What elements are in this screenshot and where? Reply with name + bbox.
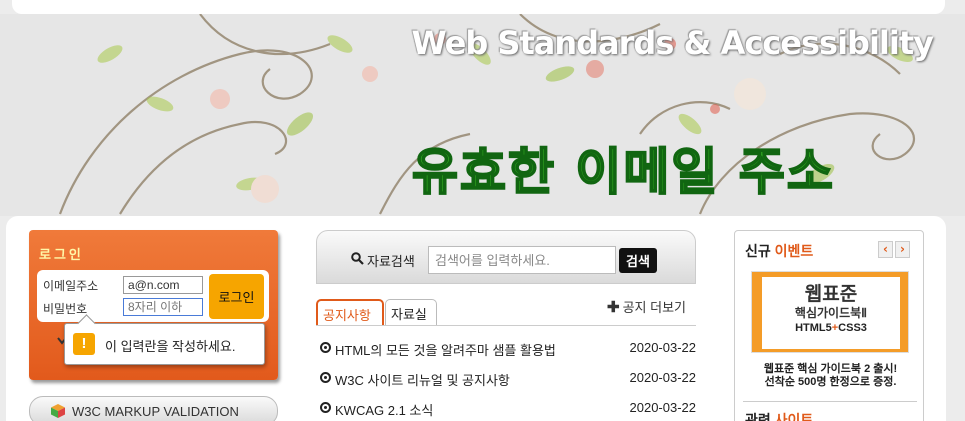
cube-icon <box>51 404 65 418</box>
notice-date: 2020-03-22 <box>629 370 697 385</box>
search-label: 자료검색 <box>367 254 415 269</box>
tab-notice[interactable]: 공지사항 <box>316 299 384 325</box>
search-button[interactable]: 검색 <box>619 248 657 273</box>
notice-date: 2020-03-22 <box>629 340 697 355</box>
top-bar <box>12 0 945 14</box>
validation-tooltip: ! 이 입력란을 작성하세요. <box>64 323 265 365</box>
bullet-icon <box>320 402 331 413</box>
tab-divider <box>316 325 696 326</box>
email-field[interactable] <box>123 276 203 294</box>
event-desc-line2: 선착순 500명 한정으로 증정. <box>764 376 897 388</box>
book-banner-image[interactable]: 웹표준 핵심가이드북Ⅱ HTML5+CSS3 <box>751 271 909 353</box>
notice-title: HTML의 모든 것을 알려주마 샘플 활용법 <box>335 343 556 358</box>
book-subtitle: 핵심가이드북Ⅱ <box>794 306 868 320</box>
related-accent: 사이트 <box>774 412 814 421</box>
event-desc-line1: 웹표준 핵심 가이드북 2 출시! <box>763 363 898 375</box>
warning-icon: ! <box>73 333 95 355</box>
plus-icon: ✚ <box>607 299 620 316</box>
login-button[interactable]: 로그인 <box>209 274 264 319</box>
tab-archive[interactable]: 자료실 <box>385 299 437 325</box>
event-title-accent: 이벤트 <box>774 243 814 259</box>
password-label: 비밀번호 <box>43 302 88 316</box>
login-title: 로그인 <box>39 247 84 262</box>
event-title-prefix: 신규 <box>745 243 771 259</box>
bullet-icon <box>320 342 331 353</box>
event-panel: 신규 이벤트 ‹ › 웹표준 핵심가이드북Ⅱ HTML5+CSS3 웹표준 핵심… <box>734 230 924 421</box>
w3c-validation-button[interactable]: W3C MARKUP VALIDATION <box>29 396 278 421</box>
bullet-icon <box>320 372 331 383</box>
list-item[interactable]: KWCAG 2.1 소식 2020-03-22 <box>320 400 696 420</box>
event-description: 웹표준 핵심 가이드북 2 출시! 선착순 500명 한정으로 증정. <box>743 363 918 389</box>
event-divider <box>743 401 917 402</box>
list-item[interactable]: HTML의 모든 것을 알려주마 샘플 활용법 2020-03-22 <box>320 340 696 360</box>
page-title: 유효한 이메일 주소 <box>411 142 835 202</box>
list-item[interactable]: W3C 사이트 리뉴얼 및 공지사항 2020-03-22 <box>320 370 696 390</box>
tooltip-text: 이 입력란을 작성하세요. <box>105 339 236 354</box>
notice-title: KWCAG 2.1 소식 <box>335 403 434 418</box>
banner: Web Standards & Accessibility 유효한 이메일 주소 <box>0 14 965 216</box>
related-prefix: 관련 <box>745 412 771 421</box>
email-label: 이메일주소 <box>43 279 99 293</box>
notice-date: 2020-03-22 <box>629 400 697 415</box>
book-title: 웹표준 <box>804 283 858 305</box>
more-notices-link[interactable]: ✚ 공지 더보기 <box>607 297 686 316</box>
event-title: 신규 이벤트 <box>745 241 813 261</box>
search-input[interactable] <box>428 246 616 274</box>
prev-arrow-button[interactable]: ‹ <box>878 241 893 258</box>
book-tech: HTML5+CSS3 <box>752 322 908 334</box>
next-arrow-button[interactable]: › <box>895 241 910 258</box>
w3c-validation-label: W3C MARKUP VALIDATION <box>72 404 239 419</box>
book-html: HTML5 <box>795 322 832 334</box>
related-sites-title: 관련 사이트 <box>745 410 813 421</box>
notice-title: W3C 사이트 리뉴얼 및 공지사항 <box>335 373 510 388</box>
book-css: CSS3 <box>838 322 867 334</box>
password-field[interactable] <box>123 298 203 316</box>
banner-tagline: Web Standards & Accessibility <box>411 24 934 62</box>
more-notices-label: 공지 더보기 <box>622 300 686 315</box>
search-panel: 자료검색 검색 <box>316 230 696 284</box>
search-icon <box>351 252 364 265</box>
